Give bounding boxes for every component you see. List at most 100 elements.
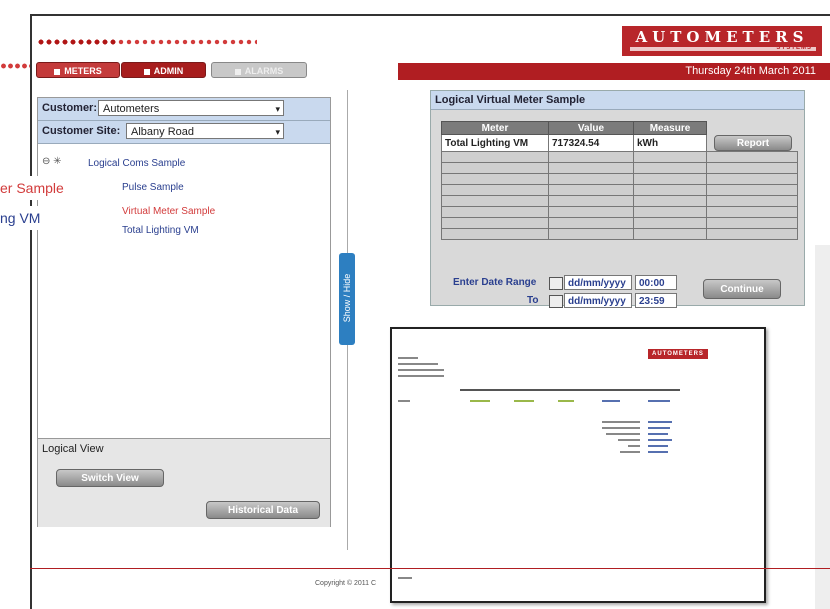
report-value-line [648, 451, 668, 453]
meter-panel-title: Logical Virtual Meter Sample [435, 94, 586, 106]
meter-panel: Logical Virtual Meter Sample Meter Value… [430, 90, 805, 308]
table-row [441, 228, 798, 240]
report-preview: AUTOMETERS [390, 327, 766, 603]
measure-cell: kWh [633, 134, 707, 152]
report-text-line [618, 439, 640, 441]
report-text-line [628, 445, 640, 447]
column-header: Meter [441, 121, 549, 135]
site-label: Customer Site: [42, 125, 121, 137]
header-dots-dark [37, 38, 117, 46]
report-text-line [398, 363, 438, 365]
callout-leader [0, 63, 30, 69]
report-value-line [648, 421, 672, 423]
to-time-input[interactable]: 23:59 [635, 293, 677, 308]
logo-text: AUTOMETERS [635, 28, 809, 46]
autometers-logo: AUTOMETERS SYSTEMS [622, 26, 822, 56]
chevron-down-icon: ▾ [275, 104, 280, 114]
to-label: To [527, 295, 539, 306]
logical-view-label: Logical View [42, 443, 104, 455]
table-row [441, 184, 798, 196]
report-cell: Report [706, 134, 797, 152]
calendar-icon[interactable] [549, 295, 563, 308]
expand-icon[interactable]: ⊖ ✳ [42, 156, 62, 167]
tab-meters[interactable]: METERS [36, 62, 120, 78]
table-row [441, 173, 798, 185]
sidebar-panel: Customer: Autometers ▾ Customer Site: Alb… [37, 97, 331, 527]
report-value-line [648, 439, 672, 441]
table-row [441, 206, 798, 218]
side-shade [815, 245, 830, 609]
calendar-icon[interactable] [549, 277, 563, 290]
column-header: Value [548, 121, 634, 135]
report-value-line [558, 400, 574, 402]
tab-label: ADMIN [153, 66, 184, 76]
table-row [441, 151, 798, 163]
report-header-line [460, 389, 680, 391]
site-select[interactable]: Albany Road ▾ [126, 123, 284, 139]
report-text-line [602, 421, 640, 423]
column-header-empty [706, 121, 797, 135]
report-value-line [514, 400, 534, 402]
report-footer-line [398, 577, 412, 579]
table-row [441, 162, 798, 174]
customer-value: Autometers [103, 103, 160, 115]
report-text-line [620, 451, 640, 453]
report-text-line [398, 369, 444, 371]
table-row [441, 217, 798, 229]
callout-meter-item: ng VM [0, 206, 116, 230]
from-time-input[interactable]: 00:00 [635, 275, 677, 290]
report-value-line [648, 433, 668, 435]
report-text-line [398, 375, 444, 377]
tree-item-total-lighting[interactable]: Total Lighting VM [122, 225, 199, 236]
meter-cell: Total Lighting VM [441, 134, 549, 152]
tab-icon [234, 68, 241, 75]
show-hide-label: Show / Hide [342, 273, 352, 323]
date-range-label: Enter Date Range [453, 277, 537, 288]
report-value-line [648, 445, 668, 447]
column-header: Measure [633, 121, 707, 135]
historical-data-button[interactable]: Historical Data [206, 501, 320, 519]
copyright-text: Copyright © 2011 C [315, 580, 377, 587]
report-value-line [648, 400, 670, 402]
tab-label: ALARMS [244, 66, 284, 76]
report-button[interactable]: Report [714, 134, 792, 151]
value-cell: 717324.54 [548, 134, 634, 152]
from-date-input[interactable]: dd/mm/yyyy [564, 275, 632, 290]
footer-line [30, 568, 830, 569]
tab-admin[interactable]: ADMIN [121, 62, 206, 78]
customer-select[interactable]: Autometers ▾ [98, 100, 284, 116]
meter-panel-header: Logical Virtual Meter Sample [431, 91, 804, 110]
customer-label: Customer: [42, 102, 98, 114]
report-value-line [602, 400, 620, 402]
tree-item-logical-coms[interactable]: Logical Coms Sample [88, 158, 185, 169]
tab-alarms[interactable]: ALARMS [211, 62, 307, 78]
customer-row: Customer: Autometers ▾ [38, 98, 330, 121]
report-logo: AUTOMETERS [648, 349, 708, 359]
report-text-line [606, 433, 640, 435]
logo-subtext: SYSTEMS [776, 45, 812, 51]
logical-view-panel: Logical View Switch View Historical Data [38, 438, 330, 527]
tree-item-virtual-meter[interactable]: Virtual Meter Sample [122, 206, 215, 217]
table-row [441, 195, 798, 207]
show-hide-toggle[interactable]: Show / Hide [339, 253, 355, 345]
report-text-line [602, 427, 640, 429]
report-value-line [470, 400, 490, 402]
continue-button[interactable]: Continue [703, 279, 781, 299]
site-value: Albany Road [131, 126, 194, 138]
tab-label: METERS [64, 66, 102, 76]
tree-item-pulse[interactable]: Pulse Sample [122, 182, 184, 193]
report-text-line [398, 357, 418, 359]
chevron-down-icon: ▾ [275, 127, 280, 137]
site-row: Customer Site: Albany Road ▾ [38, 121, 330, 144]
current-date: Thursday 24th March 2011 [685, 65, 816, 77]
switch-view-button[interactable]: Switch View [56, 469, 164, 487]
report-text-line [398, 400, 410, 402]
report-value-line [648, 427, 670, 429]
top-bar: Thursday 24th March 2011 [398, 63, 830, 80]
tab-icon [143, 68, 150, 75]
callout-selected-item: er Sample [0, 176, 116, 200]
to-date-input[interactable]: dd/mm/yyyy [564, 293, 632, 308]
meter-table: Meter Value Measure Total Lighting VM 71… [441, 121, 798, 240]
tab-icon [54, 68, 61, 75]
table-row[interactable]: Total Lighting VM 717324.54 kWh Report [441, 134, 797, 152]
